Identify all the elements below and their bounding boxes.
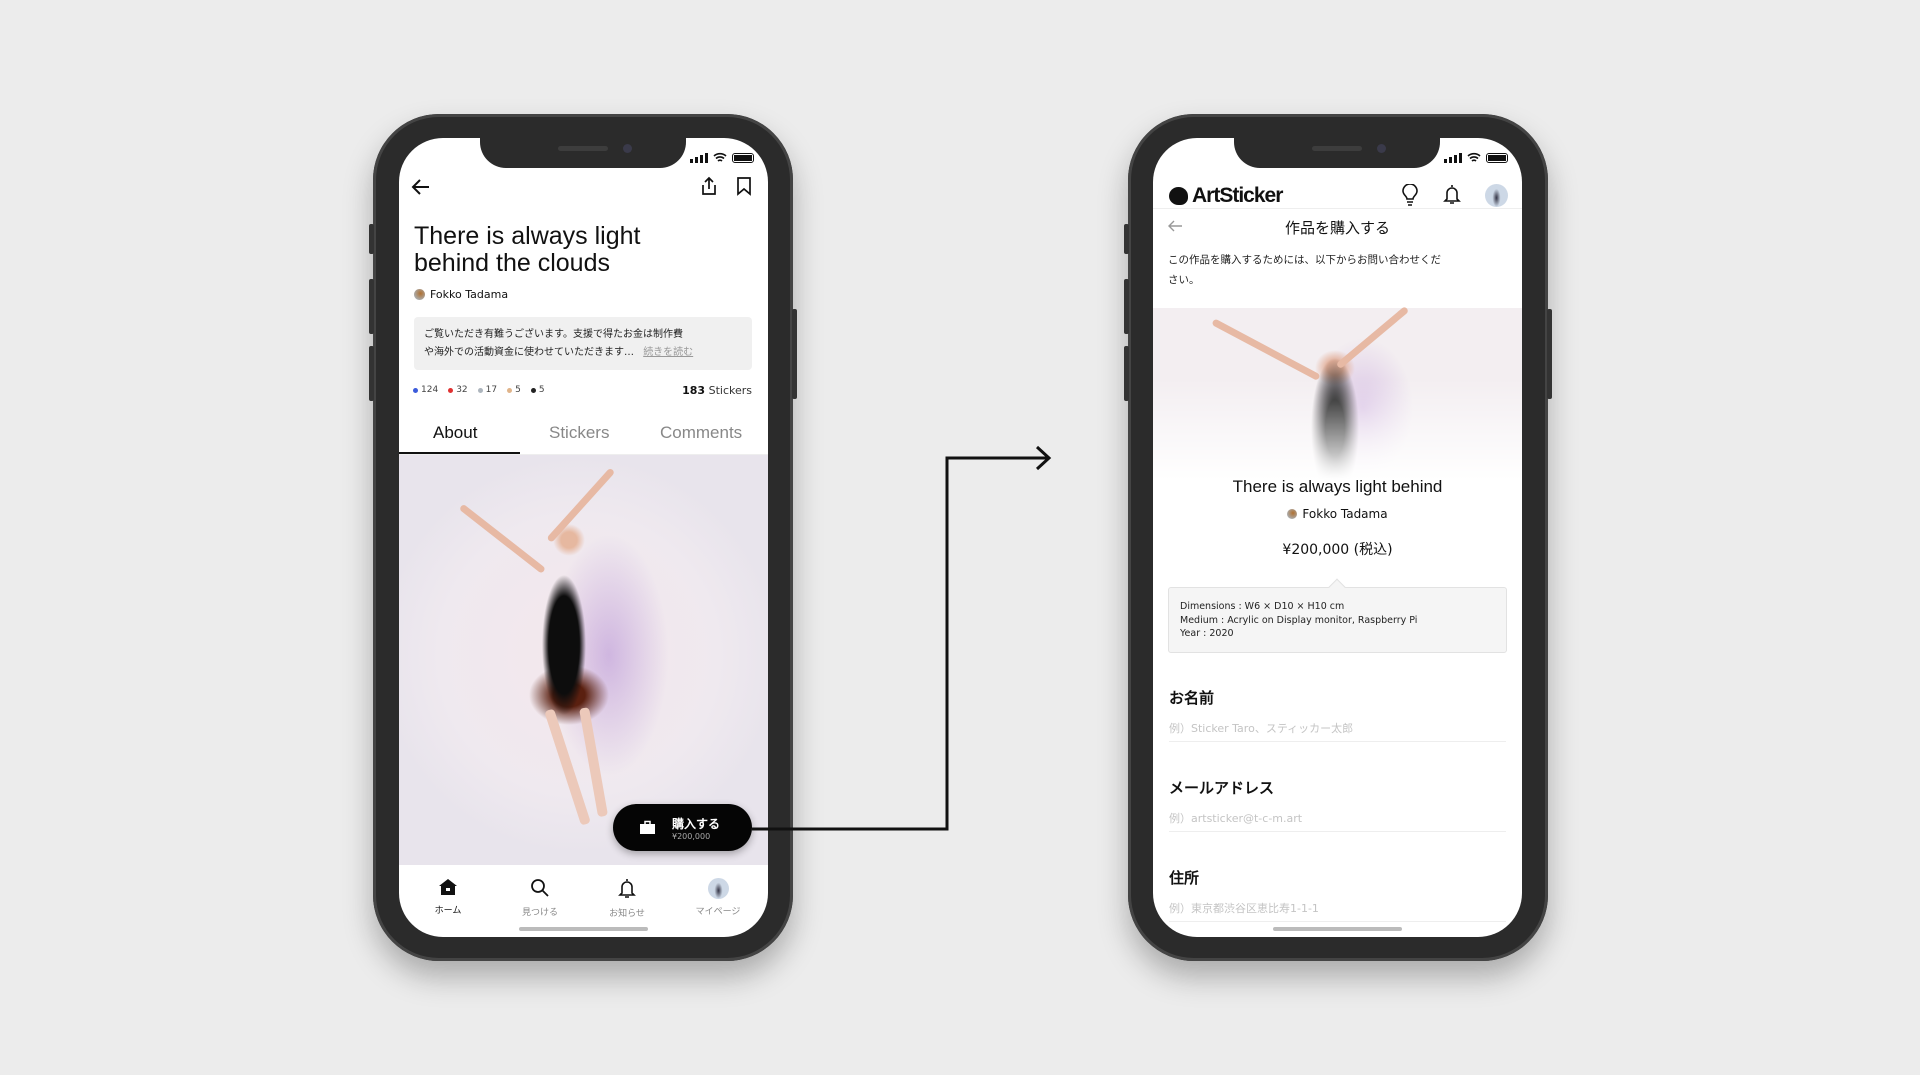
bell-icon[interactable] <box>1443 184 1461 205</box>
purchase-artist: Fokko Tadama <box>1153 507 1522 521</box>
battery-icon <box>1486 152 1508 163</box>
address-label: 住所 <box>1169 869 1200 887</box>
home-indicator <box>1273 927 1402 931</box>
name-label: お名前 <box>1169 689 1215 707</box>
purchase-artwork-title: There is always light behind <box>1232 477 1443 496</box>
artwork-image <box>1153 305 1522 498</box>
page-title: 作品を購入する <box>1284 219 1390 237</box>
purchase-price: ¥200,000 (税込) <box>1282 542 1393 558</box>
email-input[interactable] <box>1169 812 1506 832</box>
logo-mark-icon <box>1169 187 1188 205</box>
name-input[interactable] <box>1169 722 1506 742</box>
status-bar <box>1444 152 1508 163</box>
flow-arrow <box>752 445 1052 831</box>
intro-text: この作品を購入するためには、以下からお問い合わせくだ さい。 <box>1168 254 1441 286</box>
specs-box: Dimensions : W6 × D10 × H10 cm Medium : … <box>1168 578 1507 653</box>
signal-icon <box>1444 152 1462 163</box>
wifi-icon <box>1467 152 1481 162</box>
user-avatar[interactable] <box>1485 184 1508 207</box>
artsticker-logo[interactable]: ArtSticker <box>1169 184 1283 208</box>
address-input[interactable] <box>1169 902 1506 922</box>
lightbulb-icon[interactable] <box>1401 184 1419 206</box>
purchase-screen: ArtSticker 作品を購入する この作品を購入するためには、以下からお問い… <box>1153 138 1522 937</box>
email-label: メールアドレス <box>1169 779 1275 797</box>
phone-right: ArtSticker 作品を購入する この作品を購入するためには、以下からお問い… <box>1124 114 1552 961</box>
